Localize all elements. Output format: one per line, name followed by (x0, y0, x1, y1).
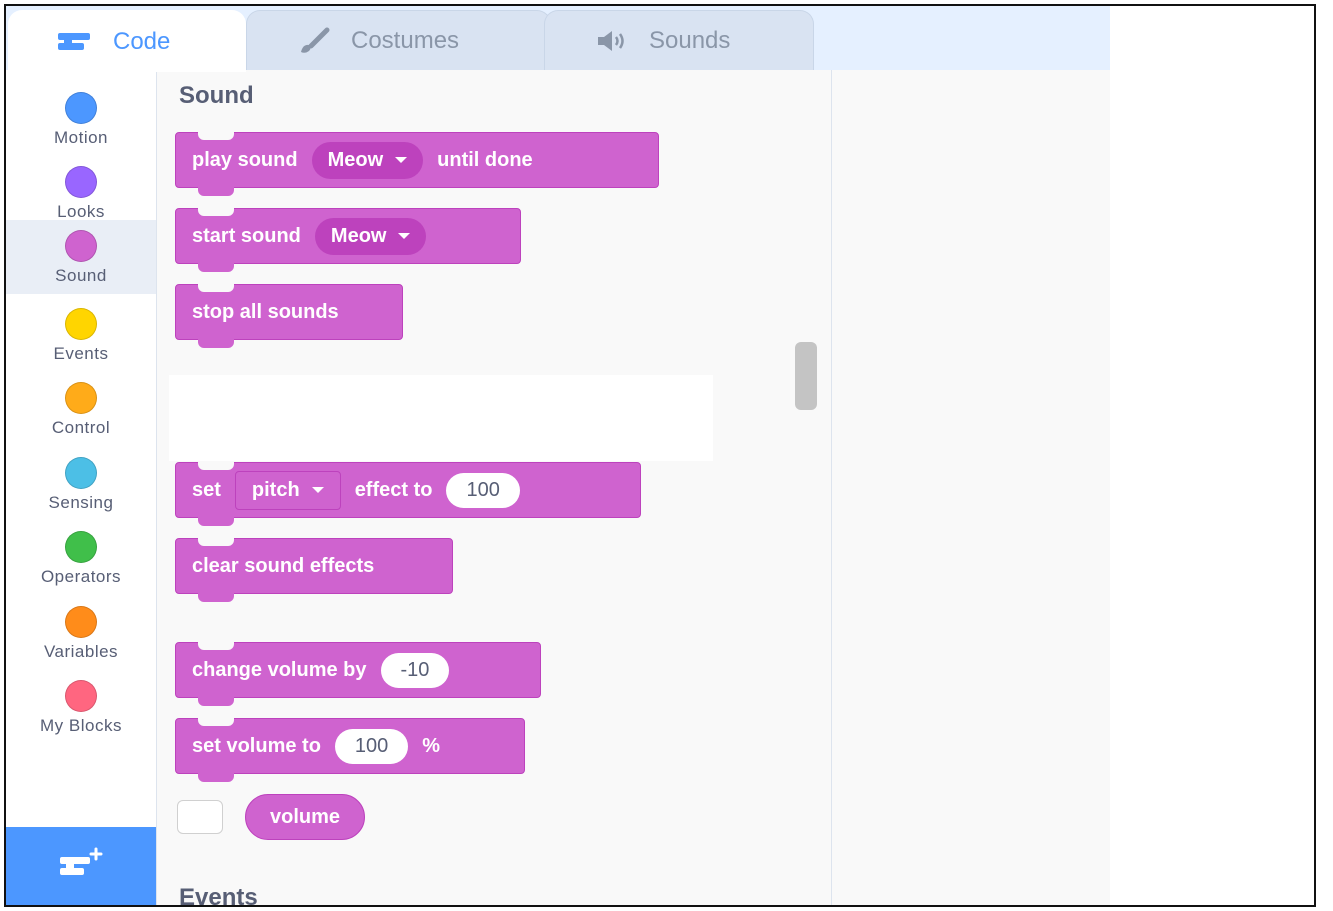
sound-menu-dropdown[interactable]: Meow (314, 217, 427, 255)
tab-code[interactable]: Code (8, 10, 246, 72)
dropdown-value: Meow (330, 224, 387, 247)
category-my-blocks[interactable]: My Blocks (6, 668, 156, 742)
category-label: Control (51, 418, 111, 437)
set-effect-block[interactable]: set pitch effect to 100 (175, 462, 641, 526)
category-sensing[interactable]: Sensing (6, 445, 156, 519)
dropdown-value: pitch (251, 478, 300, 501)
volume-value-input[interactable]: 100 (334, 728, 409, 764)
speaker-icon (591, 26, 633, 56)
looks-dot-icon (65, 166, 97, 198)
sound-menu-dropdown[interactable]: Meow (311, 141, 424, 179)
variables-dot-icon (65, 606, 97, 638)
category-menu: Motion Looks Sound Events Control Sensin… (6, 70, 157, 905)
chevron-down-icon (311, 487, 324, 493)
block-palette[interactable]: Sound play sound Meow until done start s… (157, 70, 832, 907)
chevron-down-icon (398, 233, 411, 239)
clear-sound-effects-block[interactable]: clear sound effects (175, 538, 453, 602)
motion-dot-icon (65, 92, 97, 124)
control-dot-icon (65, 382, 97, 414)
block-text: effect to (354, 478, 433, 501)
tab-sounds-label: Sounds (649, 27, 731, 54)
category-motion[interactable]: Motion (6, 80, 156, 154)
block-text: set (192, 478, 221, 501)
block-text: set volume to (192, 734, 321, 757)
block-text: % (422, 734, 441, 757)
stop-all-sounds-block[interactable]: stop all sounds (175, 284, 403, 348)
add-extension-icon (56, 845, 106, 890)
tab-costumes[interactable]: Costumes (246, 10, 551, 71)
category-looks[interactable]: Looks (6, 154, 156, 228)
block-text: play sound (192, 148, 298, 171)
tab-sounds[interactable]: Sounds (544, 10, 814, 71)
change-volume-block[interactable]: change volume by -10 (175, 642, 541, 706)
code-icon (55, 27, 97, 57)
block-text: stop all sounds (192, 300, 339, 323)
category-label: Looks (57, 202, 105, 221)
category-label: Events (53, 344, 109, 363)
add-extension-button[interactable] (6, 827, 156, 905)
category-variables[interactable]: Variables (6, 594, 156, 668)
start-sound-block[interactable]: start sound Meow (175, 208, 521, 272)
category-operators[interactable]: Operators (6, 519, 156, 593)
category-label: Sound (55, 266, 107, 285)
palette-empty-area (169, 375, 713, 461)
tab-code-label: Code (113, 27, 171, 55)
category-events[interactable]: Events (6, 296, 156, 370)
category-sound[interactable]: Sound (6, 220, 156, 294)
sound-dot-icon (65, 230, 97, 262)
brush-icon (293, 26, 335, 56)
play-sound-until-done-block[interactable]: play sound Meow until done (175, 132, 659, 196)
volume-reporter-block[interactable]: volume (245, 794, 366, 840)
sensing-dot-icon (65, 457, 97, 489)
scratch-editor-frame: Code Costumes Sounds Motion Looks Sound … (4, 4, 1316, 907)
tab-bar: Code Costumes Sounds (6, 6, 1110, 72)
set-volume-block[interactable]: set volume to 100 % (175, 718, 525, 782)
category-label: Sensing (48, 493, 114, 512)
block-text: change volume by (192, 658, 367, 681)
category-label: My Blocks (40, 716, 122, 735)
category-label: Variables (43, 642, 119, 661)
effect-menu-dropdown[interactable]: pitch (234, 470, 341, 510)
dropdown-value: Meow (327, 148, 384, 171)
volume-change-input[interactable]: -10 (380, 652, 450, 688)
palette-scrollbar[interactable] (795, 342, 817, 410)
category-label: Operators (40, 567, 122, 586)
category-label: Motion (53, 128, 109, 147)
volume-monitor-checkbox[interactable] (177, 800, 223, 834)
block-text: until done (437, 148, 533, 171)
section-title-sound: Sound (179, 82, 254, 109)
chevron-down-icon (395, 157, 408, 163)
events-dot-icon (65, 308, 97, 340)
effect-value-input[interactable]: 100 (446, 472, 520, 508)
category-control[interactable]: Control (6, 370, 156, 444)
section-title-events: Events (179, 884, 258, 907)
block-text: start sound (192, 224, 301, 247)
operators-dot-icon (65, 531, 97, 563)
script-workspace[interactable] (832, 70, 1110, 905)
block-text: clear sound effects (192, 554, 375, 577)
tab-costumes-label: Costumes (351, 27, 460, 54)
my-blocks-dot-icon (65, 680, 97, 712)
